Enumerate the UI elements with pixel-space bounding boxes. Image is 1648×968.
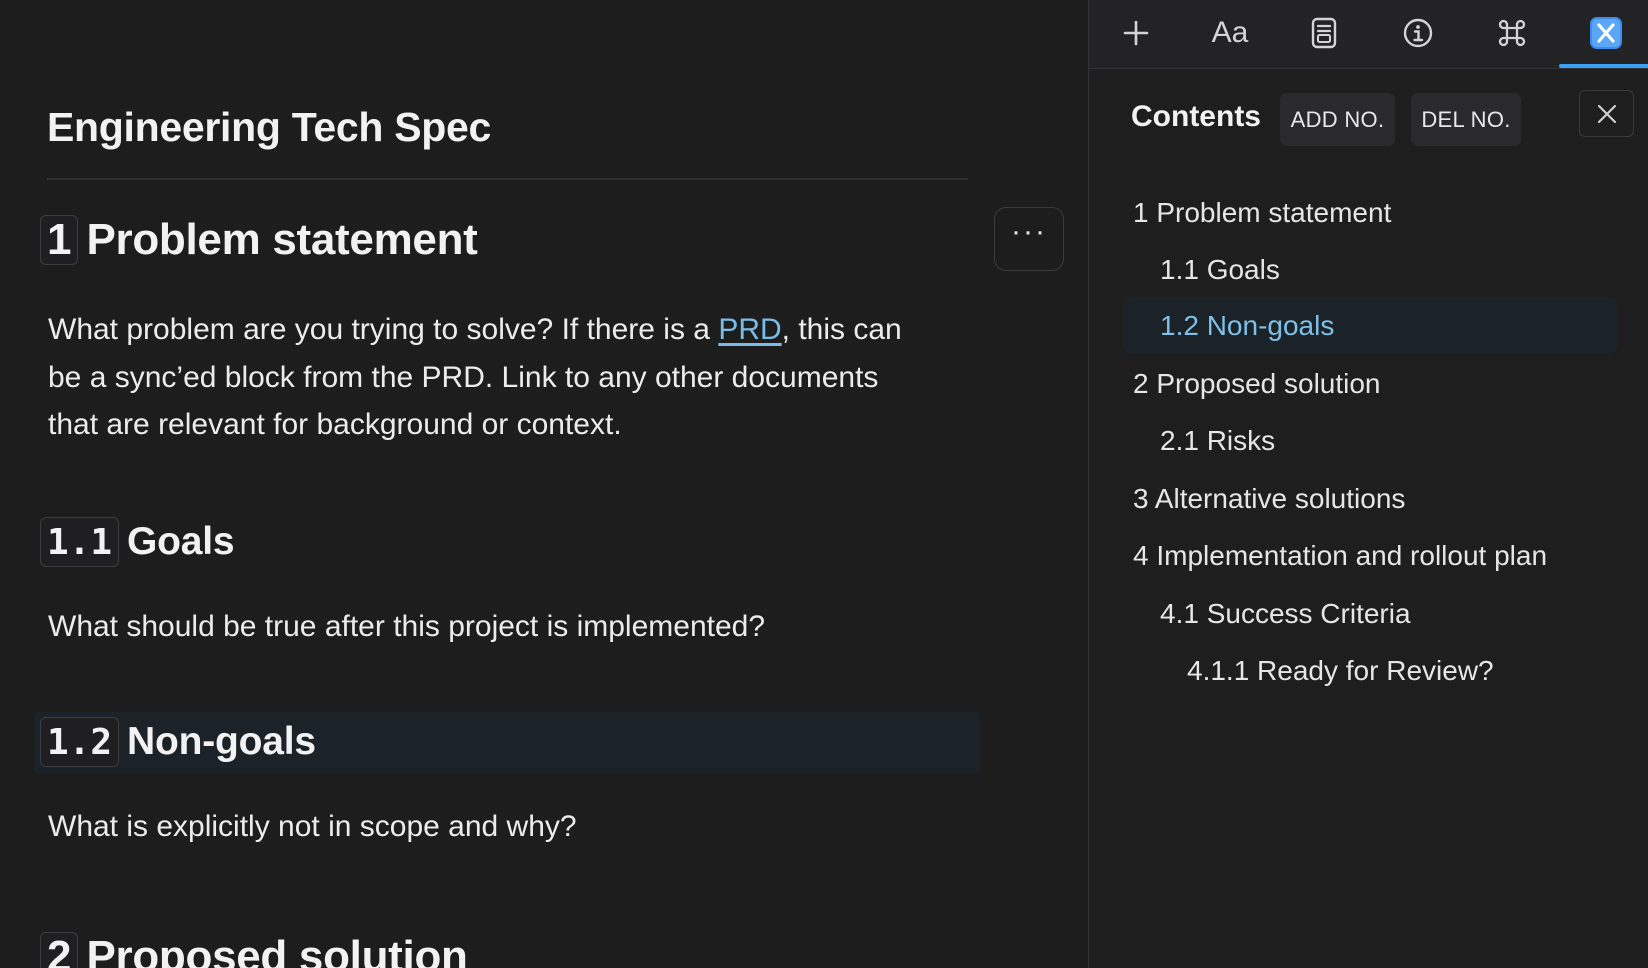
info-button[interactable] xyxy=(1371,0,1465,66)
toc-item-risks[interactable]: 2.1 Risks xyxy=(1123,412,1618,469)
delete-numbers-button[interactable]: DEL NO. xyxy=(1411,93,1521,146)
app-tab-active[interactable] xyxy=(1559,0,1648,68)
heading-problem-statement[interactable]: 1 Problem statement xyxy=(40,215,478,265)
more-options-icon: ··· xyxy=(1011,215,1047,248)
side-panel: Aa Contents ADD NO. DEL NO. 1 Problem st… xyxy=(1088,0,1648,968)
close-panel-button[interactable] xyxy=(1579,90,1634,137)
problem-statement-paragraph[interactable]: What problem are you trying to solve? If… xyxy=(48,306,928,449)
heading-number: 1.1 xyxy=(40,517,120,567)
heading-text: Goals xyxy=(127,520,235,563)
app-close-icon xyxy=(1590,17,1622,49)
command-button[interactable] xyxy=(1465,0,1559,66)
document-button[interactable] xyxy=(1277,0,1371,66)
add-numbers-button[interactable]: ADD NO. xyxy=(1280,93,1395,146)
heading-text: Proposed solution xyxy=(86,932,468,968)
close-icon xyxy=(1597,104,1616,123)
command-icon xyxy=(1498,19,1526,47)
heading-number: 2 xyxy=(40,932,79,968)
heading-goals[interactable]: 1.1 Goals xyxy=(40,517,235,567)
non-goals-paragraph[interactable]: What is explicitly not in scope and why? xyxy=(48,803,928,851)
paragraph-text: What problem are you trying to solve? If… xyxy=(48,313,719,346)
heading-number: 1.2 xyxy=(40,717,120,767)
toc-item-proposed-solution[interactable]: 2 Proposed solution xyxy=(1123,355,1618,412)
font-button[interactable]: Aa xyxy=(1183,0,1277,66)
info-icon xyxy=(1403,18,1433,48)
heading-text: Problem statement xyxy=(86,215,478,264)
toc-item-goals[interactable]: 1.1 Goals xyxy=(1123,241,1618,298)
heading-proposed-solution[interactable]: 2 Proposed solution xyxy=(40,932,468,968)
font-icon: Aa xyxy=(1211,16,1249,49)
heading-text: Non-goals xyxy=(127,720,316,763)
prd-link[interactable]: PRD xyxy=(718,313,781,346)
heading-number: 1 xyxy=(40,215,79,265)
contents-title: Contents xyxy=(1131,100,1261,133)
toc-item-ready-for-review[interactable]: 4.1.1 Ready for Review? xyxy=(1123,642,1618,699)
add-button[interactable] xyxy=(1089,0,1183,66)
goals-paragraph[interactable]: What should be true after this project i… xyxy=(48,603,928,651)
document-icon xyxy=(1311,17,1337,49)
toc-item-problem-statement[interactable]: 1 Problem statement xyxy=(1123,184,1618,241)
toc-item-success-criteria[interactable]: 4.1 Success Criteria xyxy=(1123,585,1618,642)
more-options-button[interactable]: ··· xyxy=(994,207,1064,271)
document-title[interactable]: Engineering Tech Spec xyxy=(47,104,491,151)
plus-icon xyxy=(1123,20,1149,46)
toc-item-implementation-plan[interactable]: 4 Implementation and rollout plan xyxy=(1123,527,1618,584)
heading-non-goals[interactable]: 1.2 Non-goals xyxy=(40,717,316,767)
title-divider xyxy=(47,178,968,180)
editor-pane: Engineering Tech Spec 1 Problem statemen… xyxy=(0,0,1088,968)
toc-item-non-goals[interactable]: 1.2 Non-goals xyxy=(1123,297,1618,354)
panel-toolbar: Aa xyxy=(1089,0,1648,69)
toc-item-alternative-solutions[interactable]: 3 Alternative solutions xyxy=(1123,470,1618,527)
